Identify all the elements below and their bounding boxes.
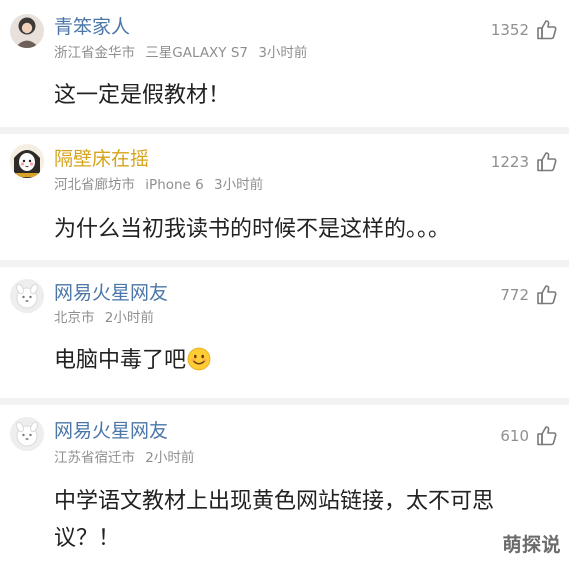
comment-time: 2小时前: [104, 310, 154, 326]
like-count: 772: [500, 286, 529, 304]
thumbs-up-icon: [537, 20, 557, 40]
default-avatar-icon: [10, 417, 44, 451]
comment-time: 3小时前: [214, 177, 264, 193]
comment-username[interactable]: 网易火星网友: [54, 282, 168, 304]
smile-emoji-icon: [187, 347, 211, 371]
comment-item-1: 青笨家人 浙江省金华市 三星GALAXY S7 3小时前 1352 这一定是假教…: [0, 0, 569, 127]
like-button[interactable]: 772: [500, 283, 559, 307]
thumbs-up-icon: [537, 426, 557, 446]
comment-content: 电脑中毒了吧: [54, 344, 547, 377]
watermark: 萌探说: [502, 534, 561, 556]
avatar[interactable]: [10, 144, 44, 178]
avatar-image: [10, 144, 44, 178]
comment-username[interactable]: 隔壁床在摇: [54, 148, 149, 170]
like-button[interactable]: 1223: [491, 150, 559, 174]
like-count: 1223: [490, 153, 529, 171]
comment-content: 这一定是假教材！: [54, 83, 231, 108]
comment-item-4: 网易火星网友 江苏省宿迁市 2小时前 610 中学语文教材上出现黄色网站链接，太…: [0, 405, 569, 561]
comment-meta: 北京市 2小时前: [54, 310, 154, 326]
comment-content: 中学语文教材上出现黄色网站链接，太不可思议？！: [54, 489, 495, 551]
default-avatar-icon: [10, 279, 44, 313]
comment-time: 2小时前: [145, 450, 195, 466]
like-count: 610: [500, 427, 529, 445]
comment-meta: 河北省廊坊市 iPhone 6 3小时前: [54, 177, 263, 193]
comment-device: iPhone 6: [145, 177, 204, 193]
like-count: 1352: [490, 21, 529, 39]
comment-meta: 江苏省宿迁市 2小时前: [54, 450, 194, 466]
comment-meta: 浙江省金华市 三星GALAXY S7 3小时前: [54, 45, 307, 61]
comment-device: 三星GALAXY S7: [145, 45, 249, 61]
comment-location: 江苏省宿迁市: [54, 450, 135, 466]
comment-username[interactable]: 青笨家人: [54, 16, 130, 38]
avatar[interactable]: [10, 14, 44, 48]
comment-location: 北京市: [54, 310, 95, 326]
comment-content: 为什么当初我读书的时候不是这样的。。。: [54, 217, 451, 242]
comment-location: 河北省廊坊市: [54, 177, 135, 193]
like-button[interactable]: 1352: [491, 18, 559, 42]
avatar[interactable]: [10, 279, 44, 313]
comment-username[interactable]: 网易火星网友: [54, 420, 168, 442]
comment-text: 电脑中毒了吧: [54, 348, 187, 373]
comment-divider: [0, 398, 569, 405]
comment-item-2: 隔壁床在摇 河北省廊坊市 iPhone 6 3小时前 1223 为什么当初我读书…: [0, 134, 569, 260]
comment-location: 浙江省金华市: [54, 45, 135, 61]
avatar[interactable]: [10, 417, 44, 451]
avatar-image: [10, 14, 44, 48]
thumbs-up-icon: [537, 285, 557, 305]
thumbs-up-icon: [537, 152, 557, 172]
comment-divider: [0, 260, 569, 267]
comment-item-3: 网易火星网友 北京市 2小时前 772 电脑中毒了吧: [0, 267, 569, 398]
comment-time: 3小时前: [258, 45, 308, 61]
comment-divider: [0, 127, 569, 134]
like-button[interactable]: 610: [500, 424, 559, 448]
